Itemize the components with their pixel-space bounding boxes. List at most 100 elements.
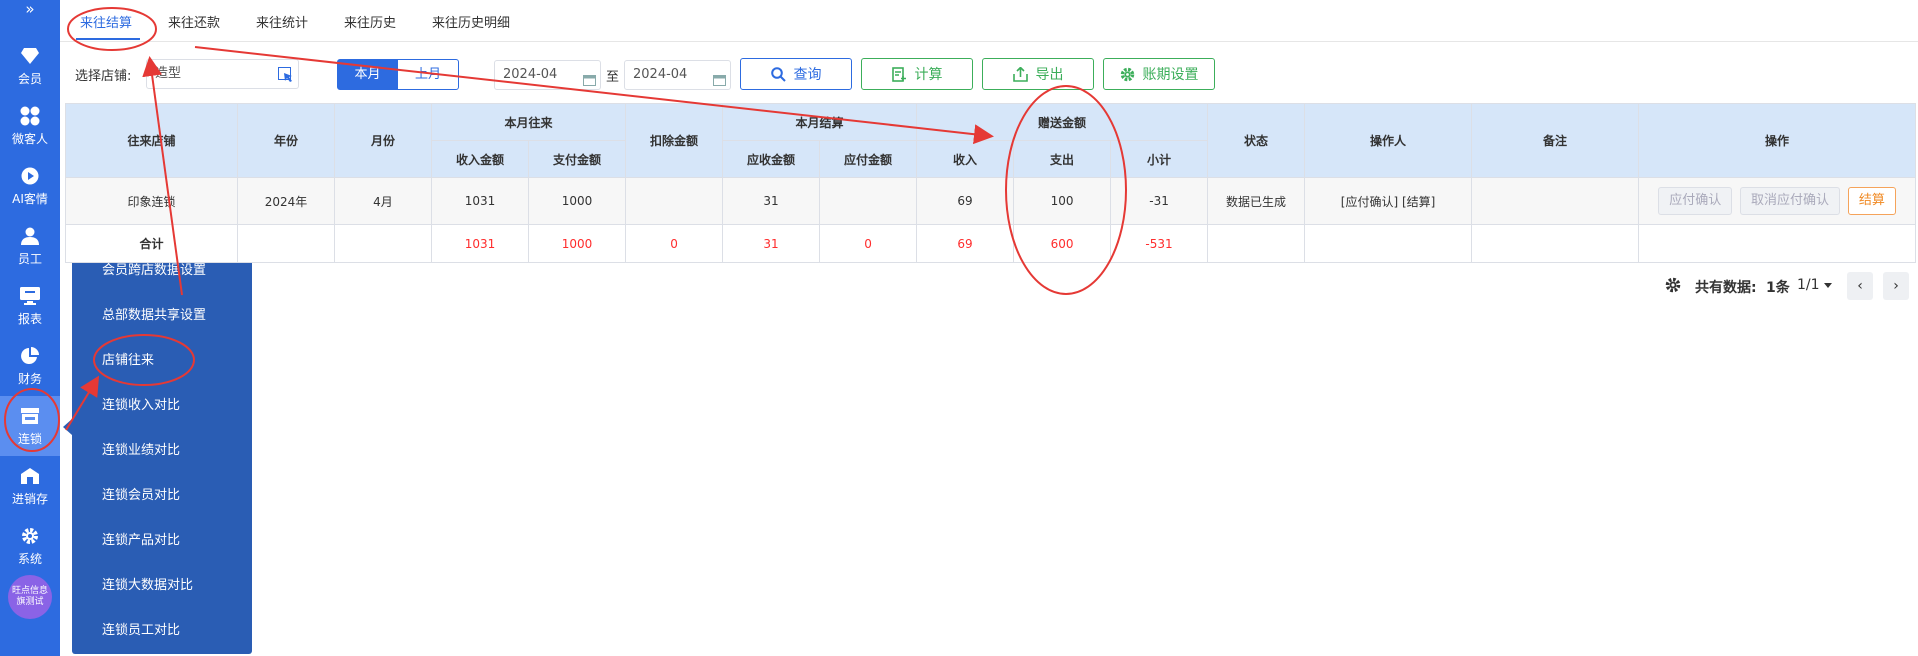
sidebar-item-finance[interactable]: 财务 (0, 336, 60, 396)
tab-exchange-history-detail[interactable]: 来往历史明细 (432, 12, 510, 31)
sidebar-item-ai[interactable]: AI客情 (0, 156, 60, 216)
cell-total-remark (1471, 224, 1640, 263)
page-indicator[interactable]: 1/1 (1797, 277, 1820, 293)
flyout-item-staff-compare[interactable]: 连锁员工对比 (102, 621, 180, 641)
prev-page-button[interactable]: ‹ (1847, 272, 1873, 300)
export-button[interactable]: 导出 (982, 58, 1094, 90)
store-select-input[interactable]: 造型 (146, 59, 299, 89)
header-year: 年份 (237, 103, 335, 178)
sidebar-item-label: 会员 (17, 72, 42, 86)
next-page-button[interactable]: › (1883, 272, 1909, 300)
cell-total-month (334, 224, 432, 263)
header-receivable: 应收金额 (722, 140, 821, 178)
sidebar-item-label: 进销存 (11, 492, 48, 506)
cell-total-gift-expense: 600 (1013, 224, 1112, 263)
sidebar-item-inventory[interactable]: 进销存 (0, 456, 60, 516)
tab-exchange-statistics[interactable]: 来往统计 (256, 12, 308, 31)
cell-total-receivable: 31 (722, 224, 821, 263)
table-row[interactable]: 印象连锁 2024年 4月 1031 1000 31 69 100 -31 数据… (65, 177, 1917, 225)
table-total-row: 合计 1031 1000 0 31 0 69 600 -531 (65, 224, 1917, 263)
sidebar-item-member[interactable]: 会员 (0, 36, 60, 96)
chevron-down-icon[interactable] (1824, 283, 1832, 288)
header-status: 状态 (1207, 103, 1306, 178)
store-icon (19, 405, 41, 427)
cursor-select-icon[interactable] (278, 66, 294, 88)
query-button[interactable]: 查询 (740, 58, 852, 90)
flyout-item-member-compare[interactable]: 连锁会员对比 (102, 486, 180, 506)
date-from-input[interactable]: 2024-04 (494, 60, 601, 90)
tab-exchange-history[interactable]: 来往历史 (344, 12, 396, 31)
header-gift-amount: 赠送金额 (916, 103, 1209, 141)
header-action: 操作 (1638, 103, 1917, 178)
cell-receivable: 31 (722, 177, 821, 225)
settle-button[interactable]: 结算 (1847, 187, 1896, 215)
calculate-label: 计算 (914, 67, 943, 83)
header-store: 往来店铺 (65, 103, 238, 178)
cell-total-pay-amount: 1000 (527, 224, 627, 263)
date-to-value: 2024-04 (633, 67, 688, 82)
header-pay-amount: 支付金额 (527, 140, 627, 178)
sidebar-item-report[interactable]: 报表 (0, 276, 60, 336)
avatar[interactable]: 旺点信息 旗测试 (8, 575, 52, 619)
date-to-input[interactable]: 2024-04 (624, 60, 731, 90)
header-remark: 备注 (1471, 103, 1640, 178)
flyout-item-hq-sharing[interactable]: 总部数据共享设置 (102, 306, 206, 326)
expand-icon[interactable]: » (0, 0, 60, 40)
chain-flyout-menu: 会员跨店数据设置 总部数据共享设置 店铺往来 连锁收入对比 连锁业绩对比 连锁会… (72, 248, 252, 654)
cell-total-income-amount: 1031 (431, 224, 529, 263)
chevron-right-icon: › (1893, 278, 1899, 294)
gear-icon (1120, 67, 1135, 82)
gear-icon (19, 525, 41, 547)
sidebar-item-system[interactable]: 系统 (0, 516, 60, 576)
last-month-button[interactable]: 上月 (397, 59, 459, 90)
date-from-value: 2024-04 (503, 67, 558, 82)
flyout-item-store-exchange[interactable]: 店铺往来 (102, 351, 154, 371)
sidebar-item-label: AI客情 (12, 192, 48, 206)
flyout-item-product-compare[interactable]: 连锁产品对比 (102, 531, 180, 551)
date-separator: 至 (606, 70, 620, 85)
calculate-button[interactable]: 计算 (861, 58, 973, 90)
calculate-icon (891, 66, 907, 82)
sidebar-item-label: 报表 (17, 312, 42, 326)
header-operator: 操作人 (1304, 103, 1473, 178)
store-select-value: 造型 (155, 66, 182, 81)
flyout-item-member-cross-store[interactable]: 会员跨店数据设置 (102, 261, 206, 281)
flyout-item-bigdata-compare[interactable]: 连锁大数据对比 (102, 576, 193, 596)
cell-payable (819, 177, 918, 225)
total-data-label: 共有数据: (1695, 280, 1757, 296)
sidebar-item-label: 系统 (17, 552, 42, 566)
search-icon (770, 66, 786, 82)
diamond-icon (19, 45, 41, 67)
play-circle-icon (19, 165, 41, 187)
export-label: 导出 (1035, 67, 1064, 83)
gear-icon[interactable] (1665, 277, 1681, 297)
sidebar-item-wechat-customer[interactable]: 微客人 (0, 96, 60, 156)
sidebar-item-chain[interactable]: 连锁 (0, 396, 60, 456)
cell-total-actions (1638, 224, 1917, 263)
sidebar-item-label: 连锁 (17, 432, 42, 446)
flyout-item-income-compare[interactable]: 连锁收入对比 (102, 396, 180, 416)
cell-total-gift-income: 69 (916, 224, 1015, 263)
header-month: 月份 (334, 103, 432, 178)
payable-confirm-button[interactable]: 应付确认 (1658, 187, 1733, 215)
sidebar-item-label: 员工 (17, 252, 42, 266)
header-subtotal: 小计 (1110, 140, 1209, 178)
sidebar-item-staff[interactable]: 员工 (0, 216, 60, 276)
query-label: 查询 (793, 67, 822, 83)
cell-status: 数据已生成 (1207, 177, 1306, 225)
cell-total-operator (1304, 224, 1473, 263)
this-month-button[interactable]: 本月 (337, 59, 398, 90)
header-month-exchange: 本月往来 (430, 103, 627, 141)
sidebar: » 会员 微客人 AI客情 员工 报表 财务 连锁 进销存 系统 旺点信息 旗测… (0, 0, 60, 656)
cancel-payable-confirm-button[interactable]: 取消应付确认 (1740, 187, 1841, 215)
active-tab-indicator (76, 38, 140, 40)
header-payable: 应付金额 (819, 140, 918, 178)
tab-exchange-repayment[interactable]: 来往还款 (168, 12, 220, 31)
cell-total-payable: 0 (819, 224, 918, 263)
tab-exchange-settlement[interactable]: 来往结算 (80, 12, 132, 31)
cell-pay-amount: 1000 (527, 177, 627, 225)
apps-icon (19, 105, 41, 127)
period-settings-button[interactable]: 账期设置 (1103, 58, 1215, 90)
flyout-item-performance-compare[interactable]: 连锁业绩对比 (102, 441, 180, 461)
calendar-icon (583, 69, 596, 89)
